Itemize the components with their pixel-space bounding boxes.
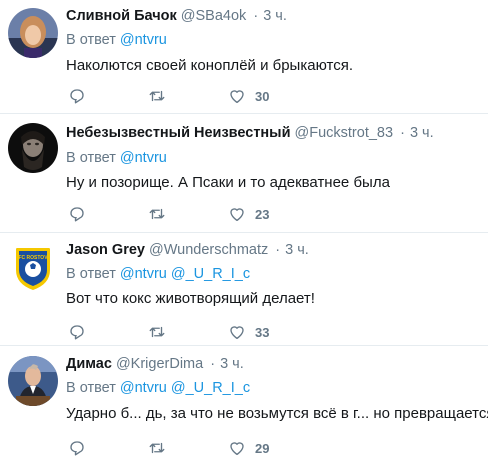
tweet-actions: 30 (66, 86, 326, 106)
tweet-text: Вот что кокс животворящий делает! (66, 290, 315, 307)
retweet-button[interactable] (148, 86, 166, 106)
tweet-actions: 23 (66, 204, 326, 224)
retweet-icon (149, 442, 165, 454)
reply-icon (70, 325, 84, 340)
retweet-icon (149, 208, 165, 220)
fc-rostov-logo-avatar-icon: FC ROSTOV (8, 242, 58, 292)
reply-context: В ответ @ntvru @_U_R_I_c (66, 379, 250, 397)
tweet[interactable]: FC ROSTOV Jason Grey @Wunderschmatz · 3 … (0, 233, 488, 346)
retweet-button[interactable] (148, 204, 166, 224)
heart-icon (230, 208, 244, 222)
separator-dot: · (210, 356, 216, 372)
reply-icon (70, 441, 84, 456)
author-name[interactable]: Jason Grey (66, 242, 145, 258)
like-button[interactable]: 33 (228, 322, 269, 342)
like-count: 33 (255, 324, 270, 340)
reply-button[interactable] (68, 86, 86, 106)
author-name[interactable]: Небезызвестный Неизвестный (66, 125, 290, 141)
separator-dot: · (253, 8, 259, 24)
reply-icon (70, 89, 84, 104)
reply-button[interactable] (68, 204, 86, 224)
like-button[interactable]: 23 (228, 204, 269, 224)
reply-button[interactable] (68, 438, 86, 458)
svg-text:FC ROSTOV: FC ROSTOV (18, 255, 48, 261)
tweet-actions: 33 (66, 322, 326, 342)
retweet-icon (149, 90, 165, 102)
reply-prefix: В ответ (66, 150, 116, 166)
avatar[interactable]: FC ROSTOV (8, 242, 58, 292)
reply-prefix: В ответ (66, 380, 116, 396)
tweet[interactable]: Небезызвестный Неизвестный @Fuckstrot_83… (0, 114, 488, 233)
timestamp[interactable]: 3 ч. (285, 242, 309, 258)
tweet-text: Ударно б... дь, за что не возьмутся всё … (66, 405, 488, 422)
mention-link[interactable]: @_U_R_I_c (171, 380, 250, 396)
tweet-text: Наколются своей коноплёй и брыкаются. (66, 57, 353, 74)
tweet-header: Димас @KrigerDima · 3 ч. (66, 355, 244, 373)
like-count: 30 (255, 88, 270, 104)
dark-bearded-face-avatar-icon (8, 123, 58, 173)
tweet-text: Ну и позорище. А Псаки и то адекватнее б… (66, 174, 390, 191)
tweet-header: Небезызвестный Неизвестный @Fuckstrot_83… (66, 124, 434, 142)
avatar[interactable] (8, 356, 58, 406)
man-at-podium-avatar-icon (8, 356, 58, 406)
tweet-feed: Сливной Бачок @SBa4ok · 3 ч. В ответ @nt… (0, 0, 488, 462)
author-name[interactable]: Сливной Бачок (66, 8, 177, 24)
reply-context: В ответ @ntvru @_U_R_I_c (66, 265, 250, 283)
heart-icon (230, 90, 244, 104)
separator-dot: · (400, 125, 405, 141)
reply-button[interactable] (68, 322, 86, 342)
mention-link[interactable]: @ntvru (120, 32, 167, 48)
mention-link[interactable]: @ntvru (120, 266, 167, 282)
mention-link[interactable]: @_U_R_I_c (171, 266, 250, 282)
mention-link[interactable]: @ntvru (120, 150, 167, 166)
tweet-header: Jason Grey @Wunderschmatz · 3 ч. (66, 241, 309, 259)
reply-context: В ответ @ntvru (66, 149, 167, 167)
avatar[interactable] (8, 123, 58, 173)
tweet-actions: 29 (66, 438, 326, 458)
like-count: 29 (255, 440, 270, 456)
avatar[interactable] (8, 8, 58, 58)
timestamp[interactable]: 3 ч. (220, 356, 244, 372)
woman-portrait-avatar-icon (8, 8, 58, 58)
reply-context: В ответ @ntvru (66, 31, 167, 49)
like-button[interactable]: 29 (228, 438, 269, 458)
retweet-icon (149, 326, 165, 338)
reply-prefix: В ответ (66, 266, 116, 282)
author-handle[interactable]: @Fuckstrot_83 (295, 125, 394, 141)
separator-dot: · (275, 242, 281, 258)
timestamp[interactable]: 3 ч. (263, 8, 287, 24)
like-button[interactable]: 30 (228, 86, 269, 106)
like-count: 23 (255, 206, 270, 222)
mention-link[interactable]: @ntvru (120, 380, 167, 396)
heart-icon (230, 326, 244, 340)
retweet-button[interactable] (148, 322, 166, 342)
timestamp[interactable]: 3 ч. (410, 125, 434, 141)
tweet-header: Сливной Бачок @SBa4ok · 3 ч. (66, 7, 287, 25)
tweet[interactable]: Сливной Бачок @SBa4ok · 3 ч. В ответ @nt… (0, 0, 488, 114)
author-handle[interactable]: @Wunderschmatz (149, 242, 268, 258)
reply-prefix: В ответ (66, 32, 116, 48)
reply-icon (70, 207, 84, 222)
author-name[interactable]: Димас (66, 356, 112, 372)
tweet[interactable]: Димас @KrigerDima · 3 ч. В ответ @ntvru … (0, 346, 488, 462)
author-handle[interactable]: @KrigerDima (116, 356, 203, 372)
heart-icon (230, 442, 244, 456)
author-handle[interactable]: @SBa4ok (181, 8, 247, 24)
retweet-button[interactable] (148, 438, 166, 458)
